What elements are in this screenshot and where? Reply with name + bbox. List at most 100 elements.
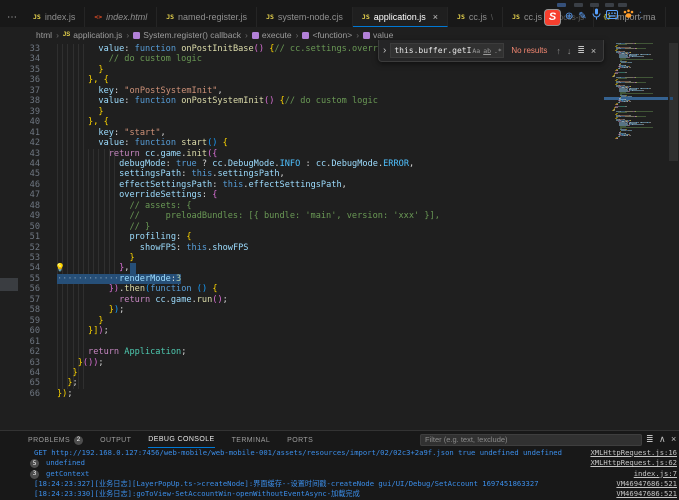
code-line-63[interactable]: 63 }());	[0, 358, 618, 368]
breadcrumb-item[interactable]: <function>	[302, 30, 352, 40]
line-number[interactable]: 45	[0, 169, 40, 179]
line-number[interactable]: 49	[0, 211, 40, 221]
code-line-42[interactable]: 42 value: function start() {	[0, 138, 618, 148]
find-in-selection-icon[interactable]: ≣	[574, 45, 588, 56]
line-number[interactable]: 48	[0, 201, 40, 211]
code-line-49[interactable]: 49 // preloadBundles: [{ bundle: 'main',…	[0, 211, 618, 221]
line-number[interactable]: 37	[0, 86, 40, 96]
console-source-link[interactable]: VM46947686:521	[616, 479, 677, 489]
line-number[interactable]: 59	[0, 316, 40, 326]
code-line-45[interactable]: 45 settingsPath: this.settingsPath,	[0, 169, 618, 179]
code-line-57[interactable]: 57 return cc.game.run();	[0, 295, 618, 305]
code-line-44[interactable]: 44 debugMode: true ? cc.DebugMode.INFO :…	[0, 159, 618, 169]
panel-tab-output[interactable]: OUTPUT	[100, 433, 131, 448]
panel-maximize-icon[interactable]: ∧	[659, 432, 666, 446]
line-number[interactable]: 53	[0, 253, 40, 263]
code-line-38[interactable]: 38 value: function onPostSystemInit() {/…	[0, 96, 618, 106]
code-line-64[interactable]: 64 }	[0, 368, 618, 378]
code-line-58[interactable]: 58 });	[0, 305, 618, 315]
line-number[interactable]: 61	[0, 337, 40, 347]
pen-icon[interactable]: ✎	[578, 8, 586, 26]
paw-icon[interactable]	[623, 8, 634, 26]
line-number[interactable]: 35	[0, 65, 40, 75]
code-line-41[interactable]: 41 key: "start",	[0, 128, 618, 138]
line-number[interactable]: 63	[0, 358, 40, 368]
match-case-icon[interactable]: Aa	[471, 47, 482, 55]
find-next-icon[interactable]: ↓	[564, 46, 575, 56]
code-line-53[interactable]: 53 }	[0, 253, 618, 263]
code-line-35[interactable]: 35 }	[0, 65, 618, 75]
mic-icon[interactable]	[592, 8, 601, 27]
tab-overflow-ellipsis-icon[interactable]: ⋯	[0, 7, 24, 27]
code-line-54[interactable]: 54💡 },	[0, 263, 618, 273]
line-number[interactable]: 52	[0, 243, 40, 253]
code-line-66[interactable]: 66});	[0, 389, 618, 399]
find-previous-icon[interactable]: ↑	[553, 46, 564, 56]
panel-tab-problems[interactable]: PROBLEMS2	[28, 433, 83, 448]
panel-tab-debug-console[interactable]: DEBUG CONSOLE	[148, 432, 214, 448]
line-number[interactable]: 38	[0, 96, 40, 106]
code-line-37[interactable]: 37 key: "onPostSystemInit",	[0, 86, 618, 96]
line-number[interactable]: 43	[0, 149, 40, 159]
tab-application.js[interactable]: JSapplication.js×	[353, 7, 448, 27]
line-number[interactable]: 66	[0, 389, 40, 399]
line-number[interactable]: 65	[0, 378, 40, 388]
console-source-link[interactable]: index.js:7	[634, 469, 677, 479]
code-line-62[interactable]: 62 return Application;	[0, 347, 618, 357]
tab-named-register.js[interactable]: JSnamed-register.js	[157, 7, 257, 27]
line-number[interactable]: 40	[0, 117, 40, 127]
breadcrumb-item[interactable]: System.register() callback	[133, 30, 241, 40]
line-number[interactable]: 54	[0, 263, 40, 273]
code-line-65[interactable]: 65 };	[0, 378, 618, 388]
line-number[interactable]: 57	[0, 295, 40, 305]
code-line-59[interactable]: 59 }	[0, 316, 618, 326]
line-number[interactable]: 47	[0, 190, 40, 200]
code-line-51[interactable]: 51 profiling: {	[0, 232, 618, 242]
line-number[interactable]: 50	[0, 222, 40, 232]
code-editor[interactable]: 33 value: function onPostInitBase() {// …	[0, 43, 618, 430]
code-line-46[interactable]: 46 effectSettingsPath: this.effectSettin…	[0, 180, 618, 190]
line-number[interactable]: 44	[0, 159, 40, 169]
line-number[interactable]: 33	[0, 44, 40, 54]
breadcrumb-item[interactable]: html	[36, 30, 52, 40]
code-line-50[interactable]: 50 // }	[0, 222, 618, 232]
line-number[interactable]: 42	[0, 138, 40, 148]
tab-index.html[interactable]: <>index.html	[85, 7, 157, 27]
line-number[interactable]: 62	[0, 347, 40, 357]
breadcrumb-item[interactable]: JSapplication.js	[63, 30, 122, 40]
more-icon[interactable]: ⁚	[639, 8, 642, 26]
line-number[interactable]: 64	[0, 368, 40, 378]
panel-tab-terminal[interactable]: TERMINAL	[232, 433, 271, 448]
tab-system-node.cjs[interactable]: JSsystem-node.cjs	[257, 7, 353, 27]
breadcrumb-item[interactable]: execute	[252, 30, 292, 40]
breadcrumb-item[interactable]: value	[363, 30, 393, 40]
editor-scrollbar[interactable]	[668, 43, 679, 430]
code-line-56[interactable]: 56 }).then(function () {	[0, 284, 618, 294]
line-number[interactable]: 39	[0, 107, 40, 117]
tab-close-icon[interactable]: ×	[433, 12, 438, 22]
console-source-link[interactable]: XMLHttpRequest.js:62	[590, 458, 677, 468]
code-line-55[interactable]: 55············renderMode:3	[0, 274, 618, 284]
find-input[interactable]: this.buffer.getInt8 Aa ab .*	[390, 43, 504, 58]
line-number[interactable]: 36	[0, 75, 40, 85]
code-line-61[interactable]: 61	[0, 337, 618, 347]
filter-icon[interactable]: ≣	[646, 432, 654, 446]
code-line-43[interactable]: 43 return cc.game.init({	[0, 149, 618, 159]
code-line-48[interactable]: 48 // assets: {	[0, 201, 618, 211]
tab-cc.js[interactable]: JScc.js\	[448, 7, 503, 27]
line-number[interactable]: 58	[0, 305, 40, 315]
keyboard-icon[interactable]	[606, 8, 618, 26]
code-line-60[interactable]: 60 }]);	[0, 326, 618, 336]
whole-word-icon[interactable]: ab	[482, 47, 493, 55]
sogou-logo-icon[interactable]: S	[545, 10, 560, 25]
tab-index.js[interactable]: JSindex.js	[24, 7, 85, 27]
find-expand-chevron-icon[interactable]: ›	[379, 45, 390, 56]
code-line-36[interactable]: 36 }, {	[0, 75, 618, 85]
code-line-47[interactable]: 47 overrideSettings: {	[0, 190, 618, 200]
regex-icon[interactable]: .*	[493, 47, 504, 55]
code-line-40[interactable]: 40 }, {	[0, 117, 618, 127]
minimap[interactable]	[600, 43, 668, 430]
line-number[interactable]: 34	[0, 54, 40, 64]
console-filter-input[interactable]	[420, 434, 642, 446]
panel-tab-ports[interactable]: PORTS	[287, 433, 313, 448]
